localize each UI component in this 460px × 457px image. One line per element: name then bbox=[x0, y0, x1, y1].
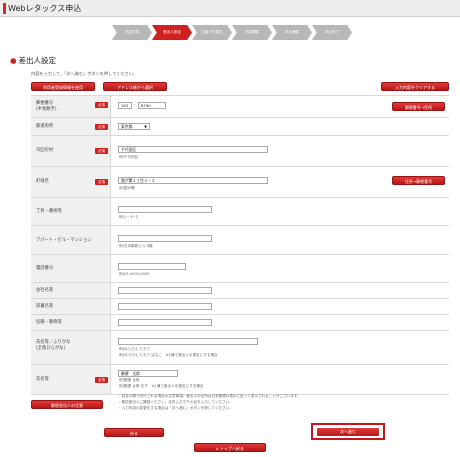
next-button-highlight: 次へ進む bbox=[311, 423, 385, 440]
cancel-button[interactable]: ⌂ トップへ戻る bbox=[194, 443, 266, 452]
building-label: アパート・ビル・マンション bbox=[36, 238, 92, 243]
kana-row: 氏名等／ふりがな (全角ひらがな) 例)ゆうびん たろう 例)ゆうびん たろう … bbox=[31, 331, 449, 365]
town-label: 町域名 bbox=[36, 179, 49, 184]
position-input[interactable] bbox=[118, 319, 212, 326]
required-badge: 必須 bbox=[95, 179, 108, 185]
required-badge: 必須 bbox=[95, 124, 108, 130]
name-input[interactable]: 郵便 太郎 bbox=[118, 370, 178, 377]
use-registered-info-button[interactable]: 利用者登録情報を使用 bbox=[31, 82, 95, 91]
position-row: 役職・敬称等 bbox=[31, 315, 449, 331]
city-label: 市区町村 bbox=[36, 148, 54, 153]
app-title: Webレタックス申込 bbox=[8, 4, 82, 13]
city-row: 市区町村 必須 千代田区 例)千代田区 bbox=[31, 136, 449, 167]
step-1: 内容作成 bbox=[112, 25, 152, 40]
company-input[interactable] bbox=[118, 287, 212, 294]
step-2-current: 差出人設定 bbox=[152, 25, 192, 40]
intro-text: 内容を入力して、「次へ進む」ボタンを押してください。 bbox=[31, 71, 138, 76]
chome-hint: 例)1－3－2 bbox=[119, 215, 139, 219]
prefecture-label: 都道府県 bbox=[36, 124, 54, 129]
department-label: 部署名等 bbox=[36, 304, 54, 309]
postal-code-part1[interactable]: 163 bbox=[118, 102, 132, 109]
sender-form: 郵便番号 (半角数字) 必須 163 - 8790 郵便番号→住所 都道府県 必… bbox=[31, 95, 449, 395]
kana-hint-1: 例)ゆうびん たろう bbox=[119, 347, 151, 351]
prefecture-select[interactable]: 東京都 ▼ bbox=[118, 123, 150, 130]
kana-input[interactable] bbox=[118, 338, 258, 345]
step-6: 申込完了 bbox=[312, 25, 352, 40]
chome-input[interactable] bbox=[118, 206, 212, 213]
address-book-button[interactable]: アドレス帳から選択 bbox=[103, 82, 167, 91]
town-input[interactable]: 霞が関１丁目３－２ bbox=[118, 177, 268, 184]
building-row: アパート・ビル・マンション 例)日本郵政ビル 8階 bbox=[31, 226, 449, 255]
brand-mark-icon bbox=[3, 3, 6, 14]
company-label: 会社名等 bbox=[36, 288, 54, 293]
department-row: 部署名等 bbox=[31, 299, 449, 315]
sender-guide-button[interactable]: 郵便差出人の注意 bbox=[31, 400, 103, 409]
page-title: ● 差出人設定 bbox=[10, 56, 57, 65]
building-hint: 例)日本郵政ビル 8階 bbox=[119, 244, 153, 248]
name-row: 氏名等 必須 郵便 太郎 例)郵便 太郎 例)郵便 太郎 花子 ※1通で差出人を… bbox=[31, 365, 449, 395]
kana-hint-2: 例)ゆうびん たろう はなこ ※1通で差出人を連名にする場合 bbox=[119, 353, 218, 357]
prefecture-row: 都道府県 必須 東京都 ▼ bbox=[31, 118, 449, 136]
progress-steps: 内容作成 差出人設定 お届け先設定 内容確認 申込確認 申込完了 bbox=[112, 25, 352, 41]
name-hint-1: 例)郵便 太郎 bbox=[119, 378, 140, 382]
town-hint: 例)霞が関 bbox=[119, 186, 135, 190]
step-5: 申込確認 bbox=[272, 25, 312, 40]
chome-label: 丁目・番地等 bbox=[36, 209, 62, 214]
phone-label: 電話番号 bbox=[36, 266, 54, 271]
phone-row: 電話番号 例)03-0000-0000 bbox=[31, 255, 449, 283]
postal-sublabel: (半角数字) bbox=[36, 107, 57, 112]
note-line-2: ・郵送差出人ご確認ください。住所入力でその旨を入力してください。 bbox=[118, 400, 233, 404]
chome-row: 丁目・番地等 例)1－3－2 bbox=[31, 198, 449, 226]
department-input[interactable] bbox=[118, 303, 212, 310]
phone-input[interactable] bbox=[118, 263, 186, 270]
required-badge: 必須 bbox=[95, 148, 108, 154]
step-3: お届け先設定 bbox=[192, 25, 232, 40]
next-button[interactable]: 次へ進む bbox=[317, 428, 379, 436]
city-hint: 例)千代田区 bbox=[119, 155, 139, 159]
required-badge: 必須 bbox=[95, 102, 108, 108]
clear-all-button[interactable]: 入力内容をクリアする bbox=[381, 82, 449, 91]
town-row: 町域名 必須 霞が関１丁目３－２ 例)霞が関 住所→郵便番号 bbox=[31, 167, 449, 198]
postal-code-part2[interactable]: 8790 bbox=[138, 102, 166, 109]
back-button[interactable]: 戻る bbox=[104, 428, 164, 437]
zip-to-address-button[interactable]: 郵便番号→住所 bbox=[392, 102, 445, 111]
position-label: 役職・敬称等 bbox=[36, 320, 62, 325]
postal-row: 郵便番号 (半角数字) 必須 163 - 8790 郵便番号→住所 bbox=[31, 96, 449, 118]
building-input[interactable] bbox=[118, 235, 212, 242]
name-label: 氏名等 bbox=[36, 377, 49, 382]
app-header: Webレタックス申込 bbox=[0, 0, 460, 17]
required-badge: 必須 bbox=[95, 377, 108, 383]
name-hint-2: 例)郵便 太郎 花子 ※1通で差出人を連名にする場合 bbox=[119, 384, 204, 388]
chevron-down-icon: ▼ bbox=[144, 124, 147, 129]
note-line-3: ・入力内容の変更をする場合は「次へ進む」ボタンを押してください。 bbox=[118, 406, 233, 410]
step-4: 内容確認 bbox=[232, 25, 272, 40]
address-to-zip-button[interactable]: 住所→郵便番号 bbox=[392, 176, 445, 185]
note-line-1: ・姓名の間で改行される場合の注意事項。差出人の住所は日本郵便の表示に従って表示さ… bbox=[118, 394, 301, 398]
city-input[interactable]: 千代田区 bbox=[118, 146, 268, 153]
company-row: 会社名等 bbox=[31, 283, 449, 299]
phone-hint: 例)03-0000-0000 bbox=[119, 272, 150, 276]
kana-sublabel: (全角ひらがな) bbox=[36, 346, 66, 351]
